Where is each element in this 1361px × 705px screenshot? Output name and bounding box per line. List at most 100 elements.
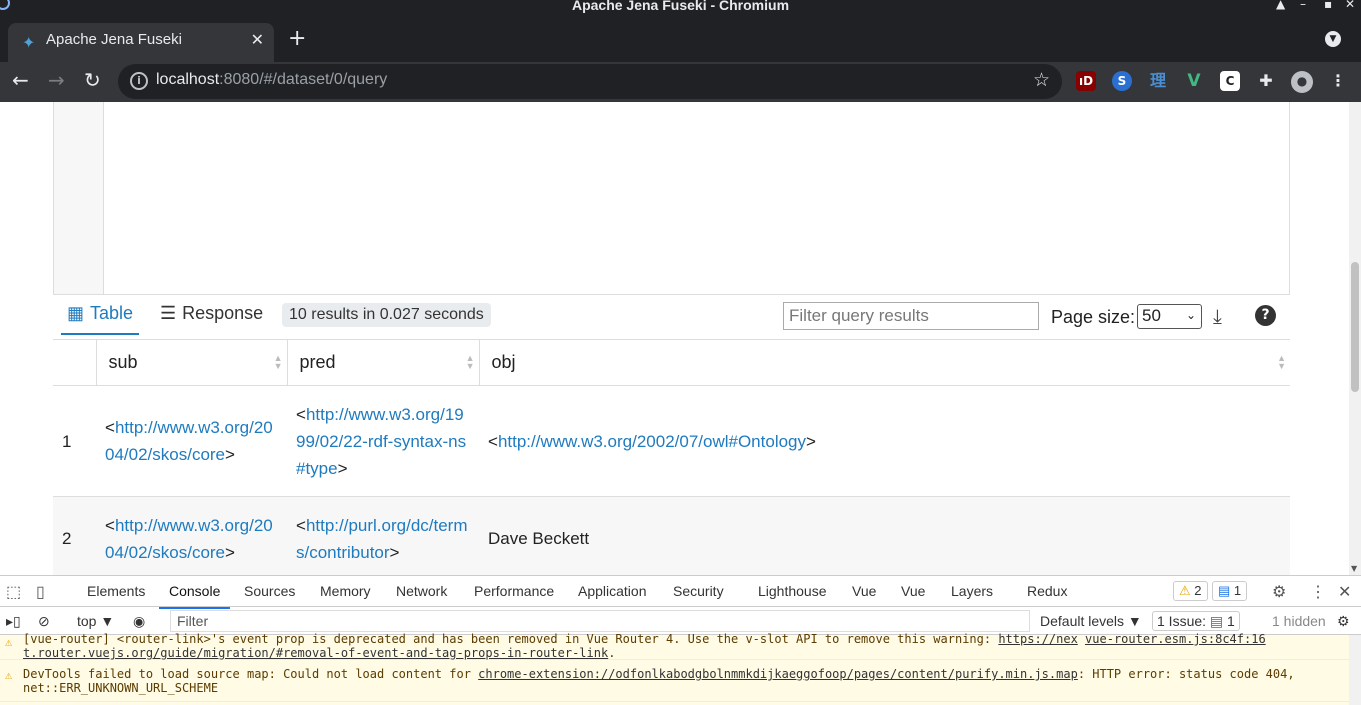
column-header-obj[interactable]: obj ▲ ▼ bbox=[478, 339, 1290, 386]
tab-performance[interactable]: Performance bbox=[474, 583, 554, 599]
console-scrollbar[interactable] bbox=[1349, 635, 1361, 705]
hidden-count: 1 hidden bbox=[1272, 613, 1326, 629]
cell-pred: <http://www.w3.org/1999/02/22-rdf-syntax… bbox=[287, 385, 479, 497]
new-tab-button[interactable]: + bbox=[288, 26, 306, 51]
query-editor[interactable] bbox=[53, 102, 1290, 295]
download-icon[interactable]: ⤓ bbox=[1213, 304, 1222, 328]
editor-gutter bbox=[54, 102, 104, 294]
console-link[interactable]: t.router.vuejs.org/guide/migration/#remo… bbox=[23, 646, 608, 660]
tab-response[interactable]: ☰ Response bbox=[160, 303, 263, 324]
help-icon[interactable]: ? bbox=[1255, 305, 1276, 326]
page-size-select[interactable]: 50 ⌄ bbox=[1137, 304, 1202, 329]
tab-close-icon[interactable]: ✕ bbox=[251, 30, 264, 49]
tab-console[interactable]: Console bbox=[158, 583, 231, 609]
uri-link[interactable]: http://www.w3.org/1999/02/22-rdf-syntax-… bbox=[296, 405, 466, 478]
table-row: 2 <http://www.w3.org/2004/02/skos/core> … bbox=[53, 496, 1290, 575]
tab-sources[interactable]: Sources bbox=[244, 583, 295, 599]
column-header-index bbox=[53, 339, 96, 386]
tab-lighthouse[interactable]: Lighthouse bbox=[758, 583, 827, 599]
results-summary-badge: 10 results in 0.027 seconds bbox=[282, 303, 491, 327]
sidebar-toggle-icon[interactable]: ▸▯ bbox=[6, 613, 21, 630]
page-content: ▦ Table ☰ Response 10 results in 0.027 sec… bbox=[0, 102, 1361, 575]
browser-toolbar: ← → ↻ i localhost:8080/#/dataset/0/query… bbox=[0, 62, 1361, 102]
profile-avatar-icon[interactable]: ● bbox=[1291, 71, 1313, 93]
browser-menu-icon[interactable]: ⋮ bbox=[1328, 71, 1348, 91]
row-index: 1 bbox=[53, 385, 96, 497]
inspect-element-icon[interactable]: ⬚ bbox=[6, 582, 21, 602]
ublock-icon[interactable]: ıD bbox=[1076, 71, 1096, 91]
console-settings-icon[interactable]: ⚙ bbox=[1337, 613, 1350, 630]
settings-gear-icon[interactable]: ⚙ bbox=[1272, 582, 1286, 602]
source-link[interactable]: vue-router.esm.js:8c4f:16 bbox=[1085, 632, 1266, 646]
tab-table[interactable]: ▦ Table bbox=[60, 303, 140, 335]
address-bar[interactable]: i localhost:8080/#/dataset/0/query ☆ bbox=[118, 64, 1062, 99]
window-up-icon[interactable]: ▲ bbox=[1276, 0, 1285, 11]
devtools-tabbar: ⬚ ▯ Elements Console Sources Memory Netw… bbox=[0, 576, 1361, 609]
tab-vue[interactable]: Vue bbox=[852, 583, 876, 599]
messages-badge[interactable]: ▤ 1 bbox=[1212, 581, 1248, 601]
tab-network[interactable]: Network bbox=[396, 583, 447, 599]
warnings-badge[interactable]: ⚠ 2 bbox=[1173, 581, 1208, 601]
issues-button[interactable]: 1 Issue: ▤ 1 bbox=[1152, 611, 1240, 631]
context-select[interactable]: top ▼ bbox=[77, 613, 114, 629]
forward-icon[interactable]: → bbox=[48, 68, 65, 92]
cell-sub: <http://www.w3.org/2004/02/skos/core> bbox=[96, 496, 287, 575]
warning-icon: ⚠ bbox=[5, 635, 13, 649]
extension-s-icon[interactable]: S bbox=[1112, 71, 1132, 91]
uri-link[interactable]: http://purl.org/dc/terms/contributor bbox=[296, 516, 468, 562]
minimize-icon[interactable]: – bbox=[1300, 0, 1306, 11]
tab-vue-2[interactable]: Vue bbox=[901, 583, 925, 599]
clear-console-icon[interactable]: ⊘ bbox=[38, 613, 50, 630]
message-icon: ▤ bbox=[1218, 583, 1231, 598]
tab-elements[interactable]: Elements bbox=[87, 583, 145, 599]
devtools-menu-icon[interactable]: ⋮ bbox=[1310, 582, 1326, 602]
extension-c-icon[interactable]: C bbox=[1220, 71, 1240, 91]
console-message-text: DevTools failed to load source map: Coul… bbox=[23, 667, 1295, 695]
log-levels-select[interactable]: Default levels ▼ bbox=[1040, 613, 1142, 629]
tab-security[interactable]: Security bbox=[673, 583, 724, 599]
browser-tab[interactable]: ✦ Apache Jena Fuseki ✕ bbox=[8, 23, 274, 62]
console-link[interactable]: https://nex bbox=[998, 632, 1077, 646]
cell-sub: <http://www.w3.org/2004/02/skos/core> bbox=[96, 385, 287, 497]
close-devtools-icon[interactable]: ✕ bbox=[1338, 582, 1351, 602]
bookmark-star-icon[interactable]: ☆ bbox=[1033, 69, 1050, 91]
column-header-sub[interactable]: sub ▲ ▼ bbox=[95, 339, 287, 386]
tab-application[interactable]: Application bbox=[578, 583, 647, 599]
tab-redux[interactable]: Redux bbox=[1027, 583, 1067, 599]
tab-layers[interactable]: Layers bbox=[951, 583, 993, 599]
device-toolbar-icon[interactable]: ▯ bbox=[36, 582, 45, 602]
lines-icon: ☰ bbox=[160, 303, 177, 323]
extension-li-icon[interactable]: 理 bbox=[1148, 71, 1168, 91]
back-icon[interactable]: ← bbox=[12, 68, 29, 92]
column-header-pred[interactable]: pred ▲ ▼ bbox=[286, 339, 479, 386]
uri-link[interactable]: http://www.w3.org/2004/02/skos/core bbox=[105, 418, 273, 464]
sort-icon[interactable]: ▲ ▼ bbox=[1277, 354, 1286, 371]
sort-icon[interactable]: ▲ ▼ bbox=[274, 354, 283, 371]
console-warning: ⚠ [vue-router] <router-link>'s event pro… bbox=[0, 629, 1350, 660]
close-window-icon[interactable]: ✕ bbox=[1345, 0, 1355, 11]
tab-search-icon[interactable]: ▼ bbox=[1325, 31, 1341, 47]
uri-link[interactable]: http://www.w3.org/2002/07/owl#Ontology bbox=[498, 432, 806, 451]
scrollbar-thumb[interactable] bbox=[1351, 262, 1359, 392]
window-titlebar: Apache Jena Fuseki - Chromium ▲ – ▪ ✕ bbox=[0, 0, 1361, 14]
uri-link[interactable]: http://www.w3.org/2004/02/skos/core bbox=[105, 516, 273, 562]
sort-icon[interactable]: ▲ ▼ bbox=[466, 354, 475, 371]
extensions-puzzle-icon[interactable]: ✚ bbox=[1256, 71, 1276, 91]
eye-icon[interactable]: ◉ bbox=[133, 613, 145, 630]
devtools-panel: ⬚ ▯ Elements Console Sources Memory Netw… bbox=[0, 575, 1361, 705]
results-toolbar: ▦ Table ☰ Response 10 results in 0.027 sec… bbox=[53, 295, 1290, 340]
filter-results-input[interactable]: Filter query results bbox=[783, 302, 1039, 330]
cell-obj: Dave Beckett bbox=[479, 496, 1290, 575]
maximize-icon[interactable]: ▪ bbox=[1324, 0, 1332, 11]
url-text[interactable]: localhost:8080/#/dataset/0/query bbox=[156, 71, 387, 89]
page-scrollbar[interactable]: ▼ bbox=[1349, 102, 1361, 575]
reload-icon[interactable]: ↻ bbox=[84, 68, 101, 92]
console-link[interactable]: chrome-extension://odfonlkabodgbolnmmkdi… bbox=[478, 667, 1078, 681]
site-info-icon[interactable]: i bbox=[130, 72, 148, 90]
vue-devtools-icon[interactable]: V bbox=[1184, 71, 1204, 91]
chevron-down-icon: ⌄ bbox=[1185, 308, 1196, 322]
scroll-down-icon[interactable]: ▼ bbox=[1351, 564, 1357, 573]
tab-memory[interactable]: Memory bbox=[320, 583, 371, 599]
console-output: ⚠ [vue-router] <router-link>'s event pro… bbox=[0, 632, 1361, 705]
table-icon: ▦ bbox=[67, 303, 85, 323]
